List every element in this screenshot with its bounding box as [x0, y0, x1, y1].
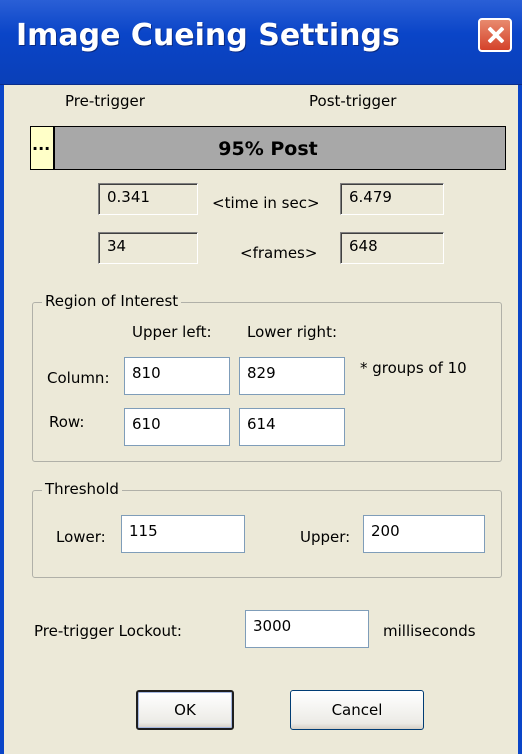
post-frames-readout: 648 [340, 232, 444, 264]
row-lower-right-input[interactable]: 614 [239, 408, 345, 446]
pre-time-readout: 0.341 [98, 183, 198, 215]
ok-button[interactable]: OK [136, 690, 234, 730]
trigger-split-bar[interactable]: ... 95% Post [30, 126, 506, 170]
cancel-button[interactable]: Cancel [290, 690, 424, 730]
post-trigger-label: Post-trigger [309, 92, 397, 110]
region-of-interest-title: Region of Interest [42, 292, 182, 310]
pre-trigger-lockout-input[interactable]: 3000 [245, 610, 369, 648]
lower-right-label: Lower right: [247, 323, 337, 341]
threshold-title: Threshold [42, 480, 122, 498]
row-label: Row: [49, 413, 85, 431]
pre-frames-readout: 34 [98, 232, 198, 264]
groups-of-10-note: * groups of 10 [360, 359, 467, 377]
close-button[interactable] [478, 18, 512, 52]
threshold-lower-label: Lower: [56, 528, 106, 546]
pre-trigger-lockout-label: Pre-trigger Lockout: [34, 622, 182, 640]
post-time-readout: 6.479 [340, 183, 444, 215]
row-upper-left-input[interactable]: 610 [124, 408, 230, 446]
title-bar[interactable]: Image Cueing Settings [0, 0, 522, 85]
frames-label: <frames> [240, 244, 318, 262]
column-label: Column: [47, 369, 110, 387]
threshold-upper-label: Upper: [300, 528, 351, 546]
window-frame-right [518, 85, 522, 754]
time-in-sec-label: <time in sec> [212, 194, 320, 212]
milliseconds-label: milliseconds [383, 622, 476, 640]
column-upper-left-input[interactable]: 810 [124, 357, 230, 395]
threshold-lower-input[interactable]: 115 [121, 515, 245, 553]
upper-left-label: Upper left: [132, 323, 212, 341]
column-lower-right-input[interactable]: 829 [239, 357, 345, 395]
window-title: Image Cueing Settings [16, 18, 400, 53]
threshold-upper-input[interactable]: 200 [363, 515, 485, 553]
window-frame-left [0, 85, 4, 754]
trigger-split-label: 95% Post [218, 138, 318, 160]
pre-trigger-label: Pre-trigger [65, 92, 145, 110]
